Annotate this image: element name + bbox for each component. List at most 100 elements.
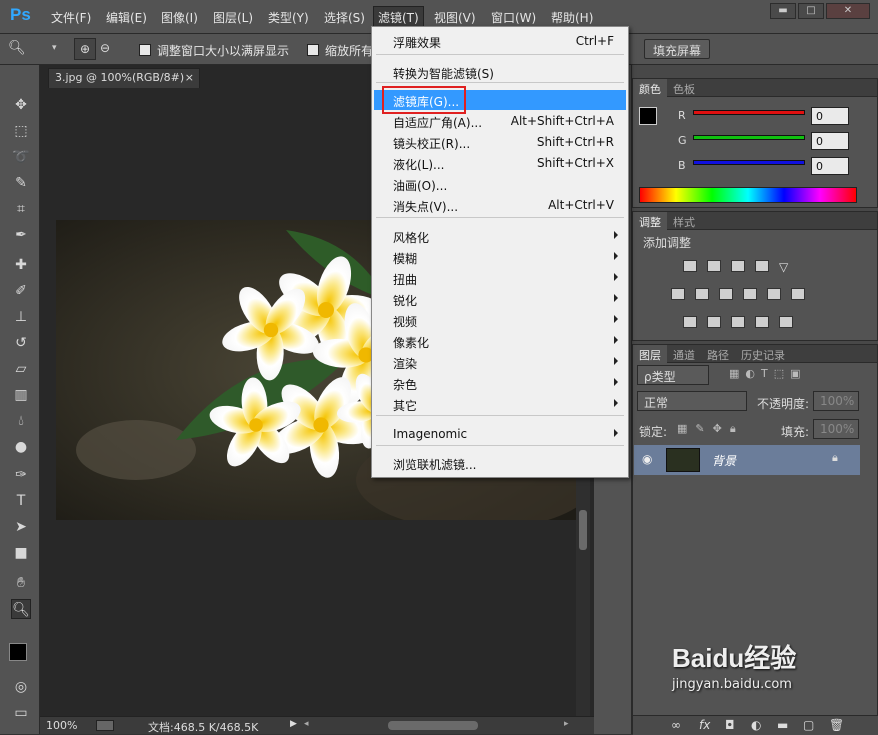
stamp-tool-icon[interactable]: ⊥: [11, 307, 31, 327]
filter-menu-item[interactable]: 锐化: [374, 289, 626, 309]
menu-layer[interactable]: 图层(L): [209, 8, 257, 27]
quick-select-tool-icon[interactable]: ✎: [11, 173, 31, 193]
adjustment-layer-icon[interactable]: ◐: [751, 718, 761, 732]
brush-tool-icon[interactable]: ✐: [11, 281, 31, 301]
tab-swatches[interactable]: 色板: [667, 79, 701, 99]
menu-window[interactable]: 窗口(W): [487, 8, 540, 27]
filter-menu-item[interactable]: 浏览联机滤镜...: [374, 453, 626, 473]
add-mask-icon[interactable]: ◘: [725, 718, 735, 732]
zoom-out-icon[interactable]: ⊖: [100, 41, 110, 55]
opacity-input[interactable]: 100%: [813, 391, 859, 411]
tab-color[interactable]: 颜色: [633, 79, 667, 99]
filter-menu-item[interactable]: 自适应广角(A)... Alt+Shift+Ctrl+A: [374, 111, 626, 131]
document-tab[interactable]: 3.jpg @ 100%(RGB/8#) ×: [48, 68, 200, 88]
hand-tool-icon[interactable]: ✋︎: [11, 573, 31, 593]
invert-icon[interactable]: [683, 316, 697, 328]
maximize-button[interactable]: □: [798, 3, 824, 19]
hue-saturation-icon[interactable]: [671, 288, 685, 300]
channel-g-input[interactable]: 0: [811, 132, 849, 150]
filter-menu-item[interactable]: 扭曲: [374, 268, 626, 288]
minimize-button[interactable]: ▬: [770, 3, 796, 19]
levels-icon[interactable]: [707, 260, 721, 272]
quick-mask-icon[interactable]: ◎: [11, 677, 31, 697]
fill-screen-button[interactable]: 填充屏幕: [644, 39, 711, 59]
filter-menu-item[interactable]: 杂色: [374, 373, 626, 393]
layer-row-background[interactable]: ◉ 背景 🔒︎: [634, 445, 860, 475]
filter-menu-item[interactable]: 转换为智能滤镜(S): [374, 62, 626, 82]
blend-mode-select[interactable]: 正常: [637, 391, 747, 411]
tab-history[interactable]: 历史记录: [735, 345, 791, 365]
channel-b-slider[interactable]: [693, 160, 805, 165]
scroll-right-icon[interactable]: ▸: [564, 719, 569, 729]
filter-menu-item[interactable]: 浮雕效果 Ctrl+F: [374, 31, 626, 51]
chevron-down-icon[interactable]: ▾: [52, 43, 57, 53]
link-layers-icon[interactable]: ∞: [671, 718, 681, 732]
tab-layers[interactable]: 图层: [633, 345, 667, 365]
blur-tool-icon[interactable]: 💧︎: [11, 411, 31, 431]
fx-icon[interactable]: fx: [699, 718, 710, 732]
brightness-contrast-icon[interactable]: [683, 260, 697, 272]
eyedropper-tool-icon[interactable]: ✒: [11, 225, 31, 245]
tab-styles[interactable]: 样式: [667, 212, 701, 232]
channel-g-slider[interactable]: [693, 135, 805, 140]
posterize-icon[interactable]: [707, 316, 721, 328]
move-tool-icon[interactable]: ✥: [11, 95, 31, 115]
filter-menu-item[interactable]: 渲染: [374, 352, 626, 372]
color-foreground-swatch[interactable]: [639, 107, 657, 125]
layer-filter-icons[interactable]: ▦◐T⬚▣: [729, 367, 807, 380]
filter-menu-item[interactable]: 模糊: [374, 247, 626, 267]
close-tab-icon[interactable]: ×: [185, 71, 194, 84]
marquee-tool-icon[interactable]: ⬚: [11, 121, 31, 141]
channel-r-input[interactable]: 0: [811, 107, 849, 125]
pen-tool-icon[interactable]: ✑: [11, 465, 31, 485]
curves-icon[interactable]: [731, 260, 745, 272]
menu-view[interactable]: 视图(V): [430, 8, 480, 27]
resize-windows-checkbox[interactable]: [139, 44, 151, 56]
color-spectrum-ramp[interactable]: [639, 187, 857, 203]
tab-channels[interactable]: 通道: [667, 345, 701, 365]
filter-menu-item[interactable]: 视频: [374, 310, 626, 330]
crop-tool-icon[interactable]: ⌗: [11, 199, 31, 219]
channel-r-slider[interactable]: [693, 110, 805, 115]
gradient-tool-icon[interactable]: ▥: [11, 385, 31, 405]
menu-file[interactable]: 文件(F): [47, 8, 95, 27]
zoom-in-icon[interactable]: ⊕: [74, 38, 96, 60]
visibility-eye-icon[interactable]: ◉: [642, 452, 652, 466]
foreground-color-swatch[interactable]: [9, 643, 27, 661]
menu-select[interactable]: 选择(S): [320, 8, 369, 27]
exposure-icon[interactable]: [755, 260, 769, 272]
threshold-icon[interactable]: [731, 316, 745, 328]
layer-kind-filter[interactable]: ρ类型: [637, 365, 709, 385]
channel-mixer-icon[interactable]: [767, 288, 781, 300]
zoom-tool-icon[interactable]: 🔍︎: [8, 40, 26, 56]
type-tool-icon[interactable]: T: [11, 491, 31, 511]
shape-tool-icon[interactable]: ■: [11, 543, 31, 563]
menu-image[interactable]: 图像(I): [157, 8, 202, 27]
eraser-tool-icon[interactable]: ▱: [11, 359, 31, 379]
zoom-level[interactable]: 100%: [46, 719, 77, 732]
selective-color-icon[interactable]: [755, 316, 769, 328]
filter-menu-item[interactable]: 风格化: [374, 226, 626, 246]
channel-b-input[interactable]: 0: [811, 157, 849, 175]
scroll-left-icon[interactable]: ◂: [304, 719, 309, 729]
new-layer-icon[interactable]: ▢: [803, 718, 814, 732]
zoom-all-checkbox[interactable]: [307, 44, 319, 56]
black-white-icon[interactable]: [719, 288, 733, 300]
menu-help[interactable]: 帮助(H): [547, 8, 597, 27]
layer-name[interactable]: 背景: [712, 452, 736, 469]
horizontal-scroll-thumb[interactable]: [388, 721, 478, 730]
menu-type[interactable]: 类型(Y): [264, 8, 313, 27]
filter-menu-item[interactable]: 消失点(V)... Alt+Ctrl+V: [374, 195, 626, 215]
lasso-tool-icon[interactable]: ➰: [11, 147, 31, 167]
close-button[interactable]: ✕: [826, 3, 870, 19]
delete-layer-icon[interactable]: 🗑︎: [829, 718, 844, 732]
zoom-tool-icon[interactable]: 🔍︎: [11, 599, 31, 619]
photo-filter-icon[interactable]: [743, 288, 757, 300]
healing-brush-icon[interactable]: ✚: [11, 255, 31, 275]
filter-menu-item[interactable]: 其它: [374, 394, 626, 414]
gradient-map-icon[interactable]: [779, 316, 793, 328]
filter-menu-item[interactable]: 像素化: [374, 331, 626, 351]
tab-paths[interactable]: 路径: [701, 345, 735, 365]
filter-menu-item[interactable]: 镜头校正(R)... Shift+Ctrl+R: [374, 132, 626, 152]
dodge-tool-icon[interactable]: ●: [11, 437, 31, 457]
